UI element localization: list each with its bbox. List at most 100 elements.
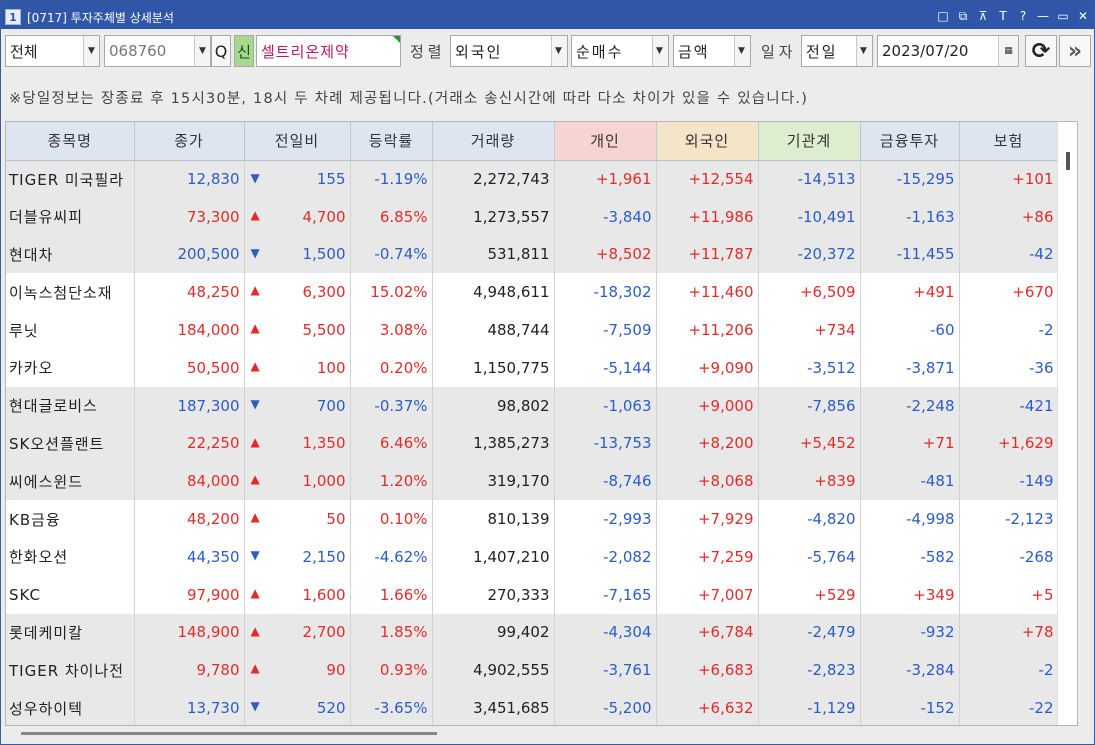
triangle-up-icon: ▲ bbox=[250, 283, 260, 298]
cell-name[interactable]: TIGER 차이나전 bbox=[6, 651, 135, 690]
sort-select[interactable]: 외국인 ▼ bbox=[450, 35, 568, 67]
table-row[interactable]: 루닛 184,000 ▲ 5,500 3.08% 488,744 -7,509 +11,206… bbox=[6, 311, 1059, 349]
cell-individual: -18,302 bbox=[554, 273, 657, 312]
vertical-scrollbar[interactable] bbox=[1057, 122, 1077, 725]
cell-name[interactable]: 카카오 bbox=[6, 348, 135, 387]
cell-financial: -4,998 bbox=[860, 500, 960, 538]
table-row[interactable]: KB금융 48,200 ▲ 50 0.10% 810,139 -2,993 +7,929 -4,… bbox=[6, 500, 1059, 538]
sort-dropdown-icon[interactable]: ▼ bbox=[551, 36, 567, 66]
table-row[interactable]: TIGER 차이나전 9,780 ▲ 90 0.93% 4,902,555 -3,761 +6… bbox=[6, 651, 1059, 690]
font-icon[interactable]: T bbox=[996, 9, 1010, 24]
cell-price: 97,900 bbox=[134, 575, 245, 614]
cell-individual: -2,082 bbox=[554, 537, 657, 576]
cell-insurance: +5 bbox=[959, 575, 1059, 614]
cell-change: ▼ 520 bbox=[244, 689, 351, 725]
cell-insurance: +670 bbox=[959, 273, 1059, 312]
table-row[interactable]: 더블유씨피 73,300 ▲ 4,700 6.85% 1,273,557 -3,840 +11… bbox=[6, 197, 1059, 236]
minimize-icon[interactable]: — bbox=[1036, 9, 1050, 24]
cell-name[interactable]: TIGER 미국필라 bbox=[6, 160, 135, 198]
unit-select[interactable]: 금액 ▼ bbox=[673, 35, 751, 67]
header-price[interactable]: 종가 bbox=[134, 122, 245, 161]
header-name[interactable]: 종목명 bbox=[6, 122, 135, 161]
header-volume[interactable]: 거래량 bbox=[432, 122, 555, 161]
table-row[interactable]: SK오션플랜트 22,250 ▲ 1,350 6.46% 1,385,273 -13,753… bbox=[6, 424, 1059, 463]
cell-financial: -11,455 bbox=[860, 235, 960, 274]
table-row[interactable]: 카카오 50,500 ▲ 100 0.20% 1,150,775 -5,144 +9,090-… bbox=[6, 348, 1059, 387]
cell-name[interactable]: 루닛 bbox=[6, 311, 135, 349]
cell-name[interactable]: 현대글로비스 bbox=[6, 386, 135, 425]
cell-name[interactable]: 한화오션 bbox=[6, 537, 135, 576]
cell-name[interactable]: KB금융 bbox=[6, 500, 135, 538]
cell-name[interactable]: 현대차 bbox=[6, 235, 135, 274]
header-foreign[interactable]: 외국인 bbox=[656, 122, 759, 161]
trade-type-dropdown-icon[interactable]: ▼ bbox=[652, 36, 668, 66]
cell-individual: -1,063 bbox=[554, 386, 657, 425]
cell-rate: -3.65% bbox=[350, 689, 433, 725]
triangle-up-icon: ▲ bbox=[250, 510, 260, 525]
cell-name[interactable]: 롯데케미칼 bbox=[6, 613, 135, 652]
triangle-up-icon: ▲ bbox=[250, 585, 260, 600]
market-dropdown-icon[interactable]: ▼ bbox=[83, 36, 99, 66]
help-icon[interactable]: ? bbox=[1016, 9, 1030, 24]
table-row[interactable]: 이녹스첨단소재 48,250 ▲ 6,300 15.02% 4,948,611 -18,30… bbox=[6, 273, 1059, 312]
table-row[interactable]: 씨에스윈드 84,000 ▲ 1,000 1.20% 319,170 -8,746 +8,06… bbox=[6, 462, 1059, 501]
cell-name[interactable]: SK오션플랜트 bbox=[6, 424, 135, 463]
header-financial[interactable]: 금융투자 bbox=[860, 122, 960, 161]
cell-change: ▲ 1,000 bbox=[244, 462, 351, 501]
cell-change: ▲ 90 bbox=[244, 651, 351, 690]
cell-institution: -3,512 bbox=[758, 348, 861, 387]
cell-individual: -3,840 bbox=[554, 197, 657, 236]
date-mode-select[interactable]: 전일 ▼ bbox=[801, 35, 873, 67]
date-input[interactable]: 2023/07/20 ▦ bbox=[877, 35, 1019, 67]
market-select[interactable]: 전체 ▼ bbox=[5, 35, 100, 67]
cell-financial: -481 bbox=[860, 462, 960, 501]
cell-name[interactable]: 성우하이텍 bbox=[6, 689, 135, 725]
maximize-icon[interactable]: ▭ bbox=[1056, 9, 1070, 24]
table-row[interactable]: TIGER 미국필라 12,830 ▼ 155 -1.19% 2,272,743 +1,96… bbox=[6, 160, 1059, 198]
cell-individual: -5,144 bbox=[554, 348, 657, 387]
cell-volume: 4,948,611 bbox=[432, 273, 555, 312]
cell-financial: -1,163 bbox=[860, 197, 960, 236]
search-icon[interactable]: Q bbox=[211, 35, 231, 67]
cell-insurance: -2 bbox=[959, 651, 1059, 690]
calendar-icon[interactable]: ▦ bbox=[998, 36, 1018, 66]
table-row[interactable]: 현대차 200,500 ▼ 1,500 -0.74% 531,811 +8,502 +11,7… bbox=[6, 235, 1059, 274]
code-dropdown-icon[interactable]: ▼ bbox=[194, 36, 210, 66]
date-mode-dropdown-icon[interactable]: ▼ bbox=[856, 36, 872, 66]
screen-icon[interactable]: □ bbox=[936, 9, 950, 24]
table-row[interactable]: 한화오션 44,350 ▼ 2,150 -4.62% 1,407,210 -2,082 +7,… bbox=[6, 537, 1059, 576]
cell-name[interactable]: 씨에스윈드 bbox=[6, 462, 135, 501]
cell-name[interactable]: 더블유씨피 bbox=[6, 197, 135, 236]
horizontal-scrollbar[interactable] bbox=[21, 732, 437, 735]
header-institution[interactable]: 기관계 bbox=[758, 122, 861, 161]
table-row[interactable]: 성우하이텍 13,730 ▼ 520 -3.65% 3,451,685 -5,200 +6,6… bbox=[6, 689, 1059, 725]
cell-insurance: -2,123 bbox=[959, 500, 1059, 538]
refresh-button[interactable]: ⟳ bbox=[1025, 35, 1057, 67]
copy-window-icon[interactable]: ⧉ bbox=[956, 9, 970, 24]
header-rate[interactable]: 등락률 bbox=[350, 122, 433, 161]
cell-change: ▼ 2,150 bbox=[244, 537, 351, 576]
triangle-up-icon: ▲ bbox=[250, 434, 260, 449]
table-row[interactable]: SKC 97,900 ▲ 1,600 1.66% 270,333 -7,165 +7,007 +… bbox=[6, 575, 1059, 614]
cell-insurance: -149 bbox=[959, 462, 1059, 501]
cell-name[interactable]: 이녹스첨단소재 bbox=[6, 273, 135, 312]
cell-name[interactable]: SKC bbox=[6, 575, 135, 614]
pin-icon[interactable]: ⊼ bbox=[976, 9, 990, 24]
trade-type-select[interactable]: 순매수 ▼ bbox=[571, 35, 669, 67]
header-insurance[interactable]: 보험 bbox=[959, 122, 1059, 161]
cell-financial: -60 bbox=[860, 311, 960, 349]
unit-dropdown-icon[interactable]: ▼ bbox=[734, 36, 750, 66]
next-button[interactable]: » bbox=[1059, 35, 1091, 67]
close-icon[interactable]: ✕ bbox=[1076, 9, 1090, 24]
cell-rate: -4.62% bbox=[350, 537, 433, 576]
table-row[interactable]: 롯데케미칼 148,900 ▲ 2,700 1.85% 99,402 -4,304 +6,78… bbox=[6, 613, 1059, 652]
cell-volume: 98,802 bbox=[432, 386, 555, 425]
header-change[interactable]: 전일비 bbox=[244, 122, 351, 161]
trade-type-value: 순매수 bbox=[576, 42, 624, 61]
table-row[interactable]: 현대글로비스 187,300 ▼ 700 -0.37% 98,802 -1,063 +9,00… bbox=[6, 386, 1059, 425]
scroll-thumb[interactable] bbox=[1066, 152, 1070, 170]
stock-code-input[interactable]: 068760 ▼ bbox=[104, 35, 211, 67]
header-individual[interactable]: 개인 bbox=[554, 122, 657, 161]
stock-name: 셀트리온제약 bbox=[261, 42, 350, 61]
new-badge: 신 bbox=[234, 35, 254, 67]
